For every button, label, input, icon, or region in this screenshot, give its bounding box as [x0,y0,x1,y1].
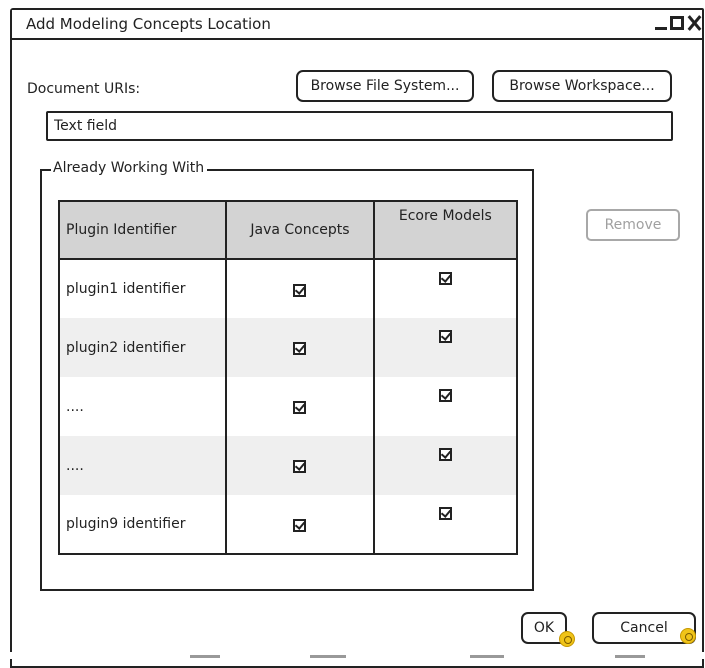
ecore-models-checkbox[interactable] [438,507,452,520]
ecore-models-cell [372,318,517,377]
minimize-icon[interactable] [654,14,668,32]
plugin-identifier-cell: plugin1 identifier [66,281,186,297]
document-uri-input[interactable] [46,111,673,141]
ecore-models-checkbox[interactable] [438,330,452,343]
java-concepts-cell [225,495,374,554]
close-icon[interactable] [686,14,702,32]
column-header-java-concepts[interactable]: Java Concepts [225,201,374,260]
document-uris-label: Document URIs: [27,81,141,97]
bottom-edge-strip [0,652,705,659]
plugin-identifier-cell: plugin2 identifier [59,318,227,377]
click-indicator-icon [559,631,575,647]
column-header-ecore-models[interactable]: Ecore Models [372,201,517,260]
group-legend: Already Working With [51,160,208,176]
ecore-models-cell [372,377,517,436]
table-row[interactable]: plugin9 identifier [59,495,517,554]
browse-file-system-button[interactable]: Browse File System... [296,70,474,102]
ecore-models-checkbox[interactable] [438,272,452,285]
ecore-models-cell [372,436,517,495]
table-row[interactable]: plugin2 identifier [59,318,517,377]
plugin-identifier-cell: plugin9 identifier [66,516,186,532]
java-concepts-checkbox[interactable] [293,342,307,355]
strip-segment [310,655,346,658]
column-header-plugin-identifier[interactable]: Plugin Identifier [59,201,227,260]
ecore-models-cell [372,259,517,318]
plugin-identifier-cell: .... [59,436,227,495]
java-concepts-checkbox[interactable] [293,460,307,473]
table-row[interactable]: .... [59,377,517,436]
table-row[interactable]: plugin1 identifier [59,259,517,318]
java-concepts-checkbox[interactable] [293,518,307,532]
maximize-icon[interactable] [670,16,684,30]
table-row[interactable]: .... [59,436,517,495]
browse-workspace-button[interactable]: Browse Workspace... [492,70,672,102]
ecore-models-checkbox[interactable] [438,389,452,402]
java-concepts-checkbox[interactable] [293,283,307,297]
strip-segment [190,655,220,658]
java-concepts-cell [225,318,374,377]
ecore-models-cell [372,495,517,554]
plugins-table: Plugin Identifier Java Concepts Ecore Mo… [58,200,518,555]
click-indicator-icon [680,628,696,644]
ecore-models-checkbox[interactable] [438,448,452,461]
strip-segment [615,655,645,658]
plugin-identifier-cell: .... [66,398,84,415]
java-concepts-cell [225,436,374,495]
java-concepts-cell [225,377,374,436]
java-concepts-checkbox[interactable] [293,401,307,414]
remove-button[interactable]: Remove [586,209,680,241]
window-title: Add Modeling Concepts Location [26,15,271,33]
strip-segment [470,655,504,658]
table-header-row: Plugin Identifier Java Concepts Ecore Mo… [59,201,517,260]
window-controls [654,14,702,32]
java-concepts-cell [225,259,374,318]
title-bar: Add Modeling Concepts Location [12,10,702,40]
